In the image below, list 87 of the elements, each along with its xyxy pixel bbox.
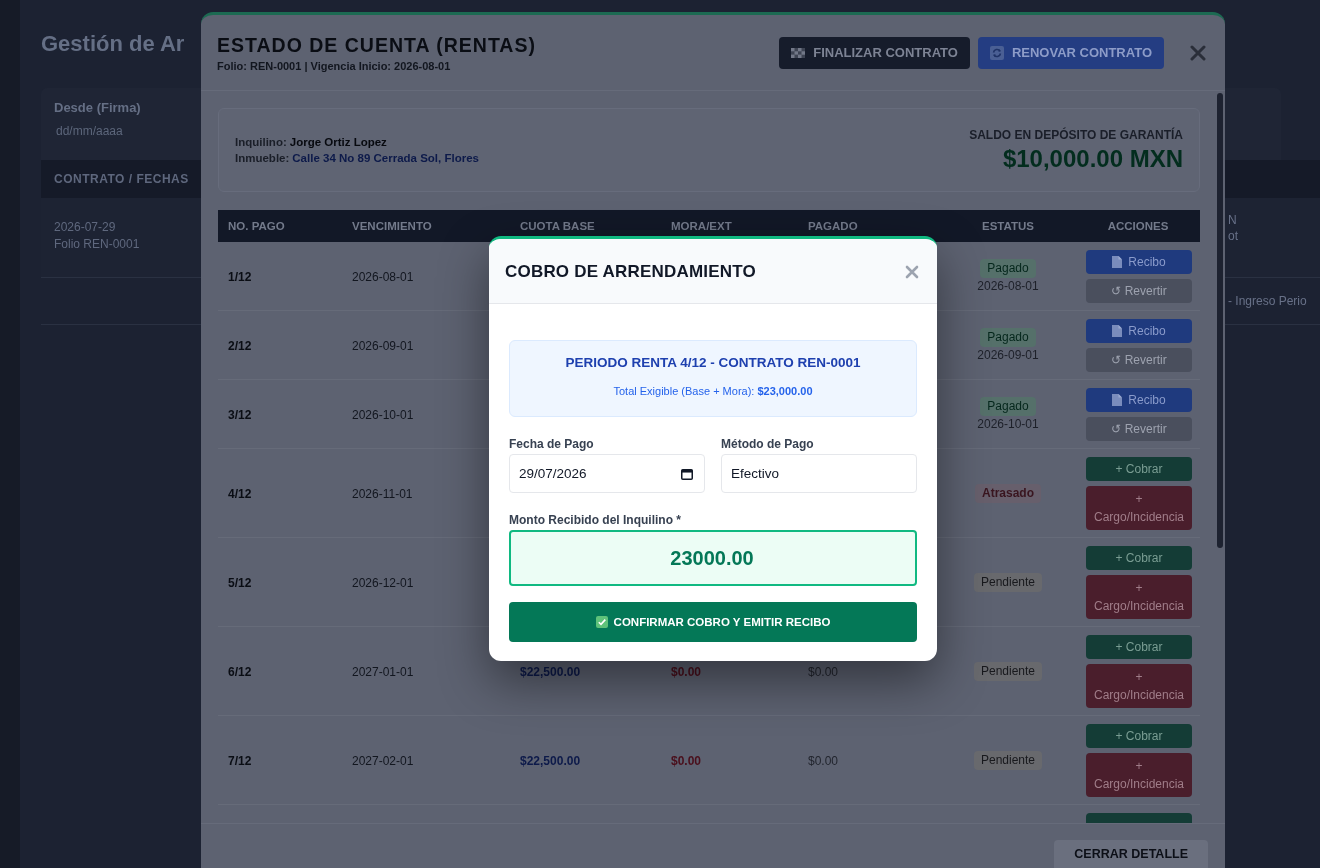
dialog-title: COBRO DE ARRENDAMIENTO	[505, 262, 756, 282]
amount-field[interactable]: 23000.00	[509, 530, 917, 586]
check-mark-icon	[595, 616, 608, 628]
field-label: Fecha de Pago	[509, 437, 594, 451]
table-cell-text: 2026-07-29	[54, 219, 116, 236]
payment-number: 7/12	[228, 753, 252, 768]
page-title: Gestión de Ar	[41, 30, 185, 58]
column-header: NO. PAGO	[218, 210, 342, 242]
payment-method-field[interactable]: Efectivo	[721, 454, 917, 493]
field-label: Inquilino:	[235, 134, 287, 150]
late-fee-amount: $0.00	[671, 664, 702, 679]
revert-button[interactable]: ↺ Revertir	[1086, 417, 1192, 441]
late-fee-amount: $0.00	[671, 753, 702, 768]
renew-contract-button[interactable]: RENOVAR CONTRATO	[977, 36, 1164, 69]
status-badge: Pendiente	[973, 573, 1042, 592]
collect-button[interactable]: + Cobrar	[1086, 635, 1192, 659]
field-label: Monto Recibido del Inquilino *	[509, 513, 681, 527]
table-cell-text: - Ingreso Perio	[1228, 293, 1307, 309]
receipt-button[interactable]: Recibo	[1086, 250, 1192, 274]
table-cell-text: Folio REN-0001	[54, 236, 140, 253]
close-icon[interactable]	[1190, 44, 1206, 61]
dialog-subtitle: Folio: REN-0001 | Vigencia Inicio: 2026-08-01	[217, 58, 451, 73]
table-cell-text: N	[1228, 212, 1237, 228]
payment-number: 1/12	[228, 269, 252, 284]
document-icon	[1112, 325, 1123, 337]
confirm-button[interactable]: CONFIRMAR COBRO Y EMITIR RECIBO	[509, 602, 917, 642]
collect-button[interactable]: + Cobrar	[1086, 457, 1192, 481]
column-header: ESTATUS	[940, 210, 1076, 242]
status-badge: Pagado	[980, 397, 1036, 416]
close-icon[interactable]	[905, 265, 919, 279]
date-field[interactable]: dd/mm/aaaa	[54, 121, 178, 141]
payment-number: 2/12	[228, 338, 252, 353]
status-badge: Pendiente	[973, 662, 1042, 681]
collect-button[interactable]: + Cobrar	[1086, 724, 1192, 748]
due-date: 2027-02-01	[352, 753, 414, 768]
collect-button[interactable]: + Cobrar	[1086, 546, 1192, 570]
column-header: CONTRATO / FECHAS	[54, 172, 189, 186]
field-label: Desde (Firma)	[54, 100, 141, 115]
due-date: 2026-11-01	[352, 486, 413, 501]
close-detail-button[interactable]: CERRAR DETALLE	[1054, 840, 1208, 868]
column-header: VENCIMIENTO	[342, 210, 510, 242]
document-icon	[1112, 256, 1123, 268]
payment-number: 4/12	[228, 486, 252, 501]
deposit-amount: $10,000.00 MXN	[1002, 145, 1183, 173]
status-badge: Atrasado	[975, 484, 1041, 503]
incident-button[interactable]: + Cargo/Incidencia	[1086, 753, 1192, 797]
refresh-icon	[989, 45, 1004, 60]
finish-contract-button[interactable]: FINALIZAR CONTRATO	[779, 36, 970, 69]
payment-number: 5/12	[228, 575, 252, 590]
field-label: Inmueble:	[235, 150, 290, 166]
tenant-name: Jorge Ortiz Lopez	[289, 134, 387, 150]
scrollbar-thumb[interactable]	[1217, 93, 1223, 548]
due-date: 2026-08-01	[352, 269, 414, 284]
incident-button[interactable]: + Cargo/Incidencia	[1086, 575, 1192, 619]
date-field[interactable]: 29/07/2026	[509, 454, 705, 493]
document-icon	[1112, 394, 1123, 406]
dialog-title: ESTADO DE CUENTA (RENTAS)	[217, 32, 536, 57]
address-link[interactable]: Calle 34 No 89 Cerrada Sol, Flores	[292, 150, 479, 166]
receipt-button[interactable]: Recibo	[1086, 319, 1192, 343]
calendar-icon	[681, 467, 693, 480]
incident-button[interactable]: + Cargo/Incidencia	[1086, 486, 1192, 530]
base-amount: $22,500.00	[520, 664, 581, 679]
due-date: 2026-12-01	[352, 575, 414, 590]
payment-date: 2026-10-01	[977, 417, 1039, 432]
revert-button[interactable]: ↺ Revertir	[1086, 348, 1192, 372]
field-label: Método de Pago	[721, 437, 814, 451]
payment-date: 2026-08-01	[977, 279, 1039, 294]
status-badge: Pagado	[980, 328, 1036, 347]
receipt-button[interactable]: Recibo	[1086, 388, 1192, 412]
deposit-label: SALDO EN DEPÓSITO DE GARANTÍA	[969, 127, 1183, 143]
table-cell-text: ot	[1228, 228, 1238, 244]
payment-date: 2026-09-01	[977, 348, 1039, 363]
column-header: ACCIONES	[1076, 210, 1200, 242]
payment-number: 3/12	[228, 407, 252, 422]
due-date: 2026-10-01	[352, 407, 414, 422]
base-amount: $22,500.00	[520, 753, 581, 768]
due-date: 2026-09-01	[352, 338, 414, 353]
paid-amount: $0.00	[808, 753, 839, 768]
payment-number: 6/12	[228, 664, 252, 679]
incident-button[interactable]: + Cargo/Incidencia	[1086, 664, 1192, 708]
revert-button[interactable]: ↺ Revertir	[1086, 279, 1192, 303]
due-date: 2027-01-01	[352, 664, 414, 679]
status-badge: Pendiente	[973, 751, 1042, 770]
total-due-text: Total Exigible (Base + Mora): $23,000.00	[613, 384, 813, 399]
period-heading: PERIODO RENTA 4/12 - CONTRATO REN-0001	[565, 354, 861, 372]
checkered-flag-icon	[791, 45, 806, 60]
status-badge: Pagado	[980, 259, 1036, 278]
